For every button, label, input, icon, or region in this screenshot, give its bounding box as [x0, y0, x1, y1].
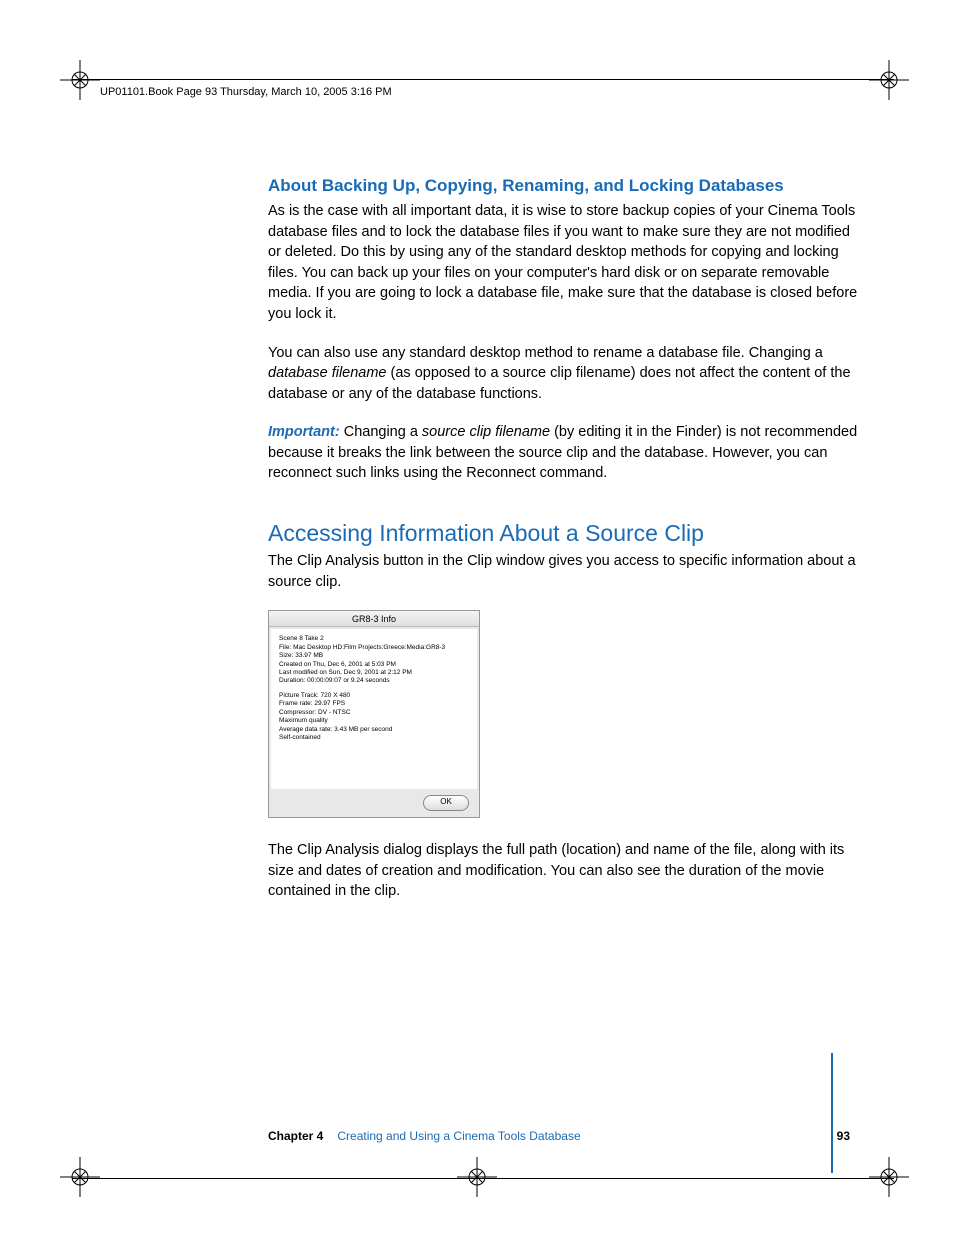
chapter-title: Creating and Using a Cinema Tools Databa…	[337, 1129, 580, 1143]
paragraph: As is the case with all important data, …	[268, 201, 858, 324]
header-rule	[72, 79, 894, 80]
text: Changing a	[344, 424, 422, 440]
ok-button[interactable]: OK	[423, 795, 469, 811]
registration-mark-icon	[869, 60, 909, 100]
dialog-body: Scene 8 Take 2 File: Mac Desktop HD:Film…	[271, 629, 477, 789]
important-label: Important:	[268, 424, 344, 440]
info-line: Duration: 00:00:09:07 or 9.24 seconds	[279, 677, 469, 685]
header-crop-info: UP01101.Book Page 93 Thursday, March 10,…	[100, 86, 392, 98]
info-line: Compressor: DV - NTSC	[279, 709, 469, 717]
italic-term: source clip filename	[422, 424, 550, 440]
subheading-backup: About Backing Up, Copying, Renaming, and…	[268, 175, 858, 197]
registration-mark-icon	[457, 1157, 497, 1197]
info-line: Last modified on Sun, Dec 9, 2001 at 2:1…	[279, 669, 469, 677]
info-line: File: Mac Desktop HD:Film Projects:Greec…	[279, 644, 469, 652]
info-line: Created on Thu, Dec 6, 2001 at 5:03 PM	[279, 661, 469, 669]
important-note: Important: Changing a source clip filena…	[268, 422, 858, 484]
footer-rule	[72, 1178, 894, 1179]
page-footer: Chapter 4 Creating and Using a Cinema To…	[268, 1129, 858, 1143]
dialog-title: GR8-3 Info	[269, 611, 479, 627]
info-line: Average data rate: 3.43 MB per second	[279, 726, 469, 734]
chapter-number: Chapter 4	[268, 1129, 323, 1143]
info-line: Maximum quality	[279, 717, 469, 725]
info-line: Picture Track: 720 X 480	[279, 692, 469, 700]
paragraph: You can also use any standard desktop me…	[268, 343, 858, 405]
section-heading-accessing: Accessing Information About a Source Cli…	[268, 520, 858, 547]
dialog-footer: OK	[269, 791, 479, 817]
info-line: Size: 33.97 MB	[279, 652, 469, 660]
info-line: Self-contained	[279, 734, 469, 742]
page-body: About Backing Up, Copying, Renaming, and…	[268, 175, 858, 920]
registration-mark-icon	[869, 1157, 909, 1197]
paragraph: The Clip Analysis button in the Clip win…	[268, 551, 858, 592]
registration-mark-icon	[60, 60, 100, 100]
registration-mark-icon	[60, 1157, 100, 1197]
paragraph: The Clip Analysis dialog displays the fu…	[268, 840, 858, 902]
italic-term: database filename	[268, 365, 387, 381]
info-line: Scene 8 Take 2	[279, 635, 469, 643]
info-line: Frame rate: 29.97 FPS	[279, 700, 469, 708]
footer-accent-bar	[831, 1053, 834, 1173]
page-number: 93	[837, 1129, 858, 1143]
text: You can also use any standard desktop me…	[268, 345, 823, 361]
clip-info-dialog: GR8-3 Info Scene 8 Take 2 File: Mac Desk…	[268, 610, 480, 818]
